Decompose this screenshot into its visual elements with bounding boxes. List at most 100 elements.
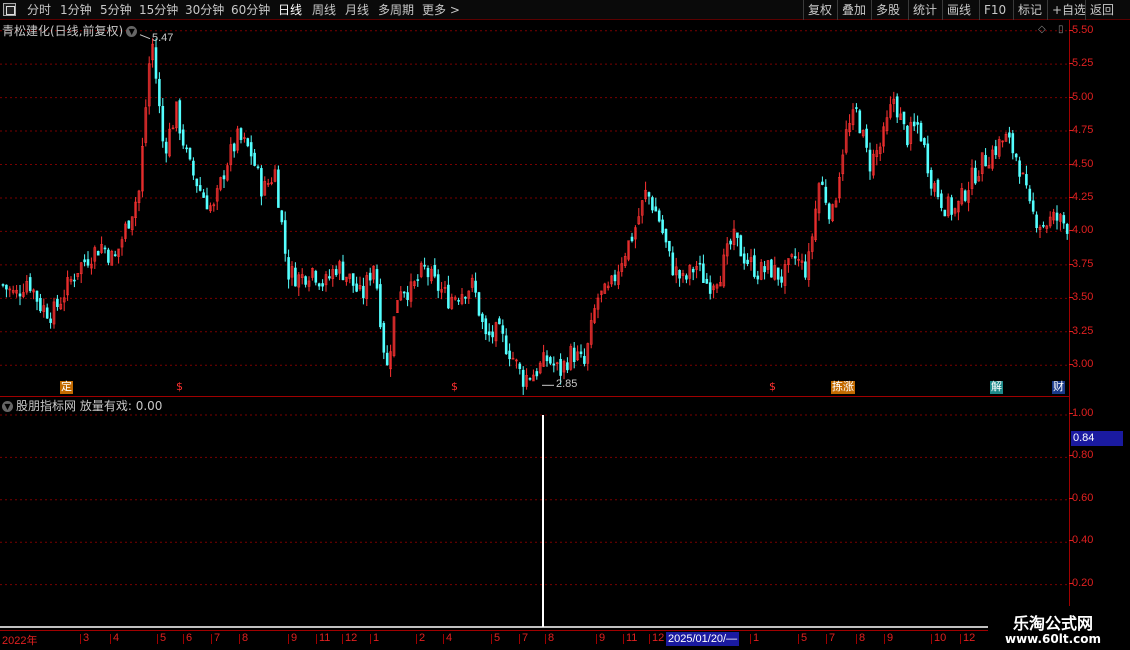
candle (436, 269, 440, 299)
y-tick-label: 3.25 (1068, 324, 1094, 337)
candle (372, 265, 375, 284)
candle (35, 290, 39, 311)
candle (246, 137, 250, 148)
toolbar-button-1[interactable]: 叠加 (837, 0, 870, 20)
price-chart-pane[interactable] (0, 20, 1070, 396)
watermark: 乐淘公式网 www.60lt.com (988, 606, 1130, 650)
panel-toggle-icon[interactable]: ▯ (1058, 24, 1064, 35)
candle (28, 273, 32, 293)
candle (168, 122, 171, 158)
candle (419, 261, 423, 279)
price-chart-svg[interactable] (0, 20, 1070, 396)
candle (634, 225, 637, 249)
candle (263, 176, 267, 196)
candle (42, 298, 46, 318)
toolbar-button-3[interactable]: 统计 (908, 0, 941, 20)
candle (827, 202, 831, 224)
candle (243, 132, 246, 143)
candle (861, 129, 865, 138)
candle (1065, 222, 1069, 240)
tab-9[interactable]: 多周期 (378, 0, 414, 20)
candle (644, 181, 647, 203)
candle (219, 176, 222, 192)
tab-8[interactable]: 月线 (345, 0, 369, 20)
chevron-down-icon[interactable]: ▼ (126, 26, 138, 37)
candle (141, 137, 144, 198)
tab-3[interactable]: 15分钟 (139, 0, 178, 20)
candle (205, 187, 209, 210)
candle (545, 350, 549, 367)
candle (283, 211, 287, 262)
candle (15, 284, 18, 298)
candle (542, 344, 545, 368)
toolbar-button-7[interactable]: +自选 (1047, 0, 1090, 20)
candle (260, 165, 263, 206)
candle (440, 281, 443, 300)
candle (593, 304, 596, 325)
toolbar-button-4[interactable]: 画线 (942, 0, 975, 20)
toolbar-button-2[interactable]: 多股 (871, 0, 904, 20)
candle (868, 142, 872, 180)
chevron-down-icon[interactable]: ▼ (2, 401, 13, 412)
toolbar-button-5[interactable]: F10 (979, 0, 1010, 20)
x-tick-label: 1 (749, 632, 760, 644)
candle (579, 344, 583, 358)
y-tick-label: 4.75 (1068, 124, 1094, 137)
candle (858, 109, 862, 134)
signal-marker: 财 (1052, 380, 1065, 394)
candle (528, 377, 532, 381)
tab-0[interactable]: 分时 (27, 0, 51, 20)
toolbar-button-8[interactable]: 返回 (1085, 0, 1118, 20)
candle (678, 269, 681, 287)
candle (787, 258, 790, 273)
toolbar-button-0[interactable]: 复权 (803, 0, 836, 20)
candle (923, 137, 926, 148)
toolbar-button-6[interactable]: 标记 (1013, 0, 1046, 20)
candle (797, 252, 800, 267)
candle (430, 266, 433, 284)
candle (317, 282, 321, 290)
menu-icon[interactable] (3, 3, 16, 16)
candle (647, 191, 651, 205)
indicator-svg[interactable] (0, 397, 1070, 631)
candle (270, 177, 273, 186)
candle (515, 358, 518, 369)
x-tick-label: 7 (210, 632, 221, 644)
tab-4[interactable]: 30分钟 (185, 0, 224, 20)
candle (202, 189, 205, 198)
signal-marker: 拣涨 (831, 380, 855, 394)
signal-marker: $ (451, 380, 458, 393)
tab-10[interactable]: 更多 > (422, 0, 460, 20)
tab-1[interactable]: 1分钟 (60, 0, 92, 20)
tab-7[interactable]: 周线 (312, 0, 336, 20)
candle (491, 325, 494, 344)
diamond-icon[interactable]: ◇ (1038, 24, 1046, 35)
candle (8, 286, 12, 298)
tab-5[interactable]: 60分钟 (231, 0, 270, 20)
candle (770, 258, 773, 278)
tab-6[interactable]: 日线 (278, 0, 302, 20)
candle (331, 265, 335, 287)
y-tick-label: 4.50 (1068, 157, 1094, 170)
candle (892, 91, 896, 113)
candle (107, 247, 110, 266)
candle (103, 245, 107, 254)
candle (355, 276, 358, 293)
candle (943, 209, 947, 217)
candle (722, 248, 726, 288)
x-tick-label: 5 (797, 632, 808, 644)
candle (185, 144, 188, 153)
candle (348, 273, 352, 284)
candle (729, 238, 732, 250)
candle (130, 216, 134, 236)
x-tick-label: 5 (490, 632, 501, 644)
candle (76, 272, 80, 280)
x-tick-label: 12 (341, 632, 358, 644)
watermark-title: 乐淘公式网 (1012, 614, 1093, 633)
candle (222, 170, 226, 188)
candle (759, 259, 763, 281)
indicator-pane[interactable] (0, 396, 1070, 630)
candle (256, 164, 260, 170)
x-tick-label: 9 (287, 632, 298, 644)
tab-2[interactable]: 5分钟 (100, 0, 132, 20)
